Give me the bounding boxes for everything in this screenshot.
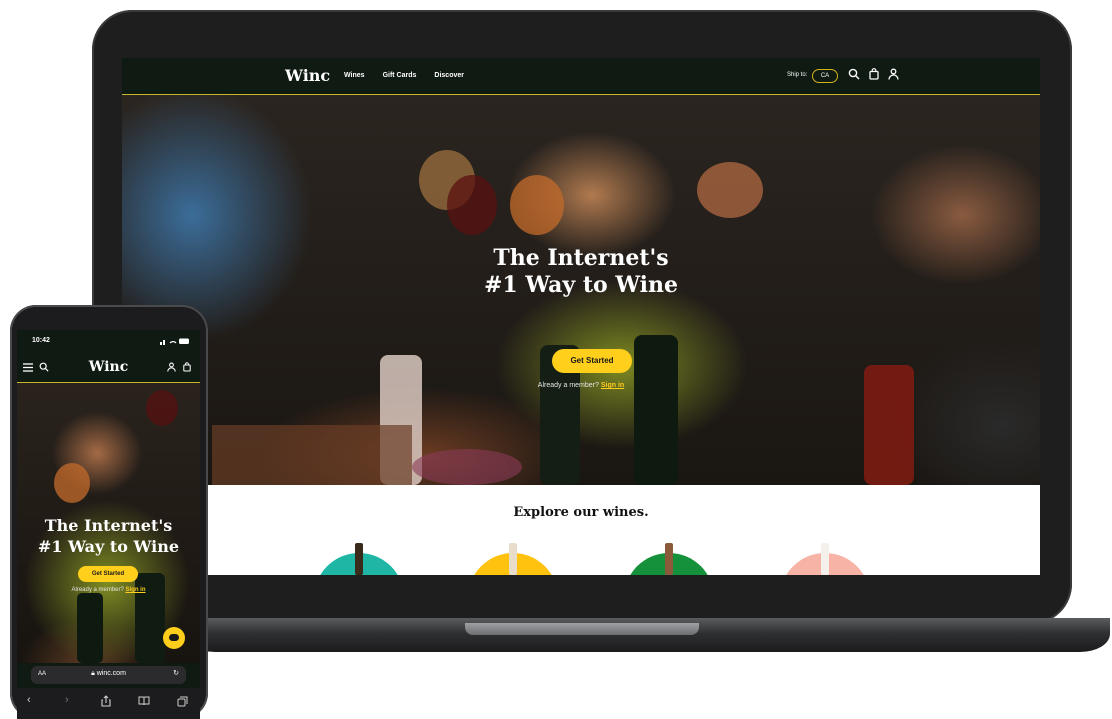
hero-title: The Internet's #1 Way to Wine (122, 245, 1040, 299)
nav-item-discover[interactable]: Discover (434, 72, 464, 79)
forward-icon[interactable]: › (65, 694, 69, 706)
share-icon[interactable] (101, 695, 111, 707)
phone-get-started-button[interactable]: Get Started (78, 566, 138, 582)
phone-nav: Winc (17, 352, 200, 383)
phone-hero-title-line1: The Internet's (44, 516, 173, 535)
wine-bottle (509, 543, 517, 575)
search-icon[interactable] (848, 68, 860, 80)
nav-icons (848, 68, 899, 80)
chat-bubble (169, 634, 179, 641)
wine-bottle (665, 543, 673, 575)
laptop-screen: Winc Wines Gift Cards Discover Ship to: … (122, 58, 1040, 575)
url-value: winc.com (96, 670, 126, 677)
laptop-notch (465, 623, 699, 635)
member-prompt: Already a member? Sign in (122, 382, 1040, 389)
phone-screen: 10:42 Winc The Internet's #1 Way to Wine… (17, 330, 200, 719)
get-started-button[interactable]: Get Started (552, 349, 632, 373)
bookmarks-icon[interactable] (138, 696, 150, 706)
phone-hero-title-line2: #1 Way to Wine (37, 537, 180, 556)
bag-icon[interactable] (869, 68, 879, 80)
phone-member-prompt: Already a member? Sign in (17, 587, 200, 593)
phone-member-text: Already a member? (71, 587, 124, 593)
phone-hero-title: The Internet's #1 Way to Wine (17, 515, 200, 557)
ship-to-state-select[interactable]: CA (812, 69, 838, 83)
status-icons (160, 338, 189, 345)
sign-in-link[interactable]: Sign in (601, 382, 624, 389)
tabs-icon[interactable] (177, 696, 188, 707)
phone-hero-image: The Internet's #1 Way to Wine Get Starte… (17, 383, 200, 663)
user-icon[interactable] (167, 362, 176, 372)
wine-bottle (821, 543, 829, 575)
nav-item-wines[interactable]: Wines (344, 72, 365, 79)
nav-menu: Wines Gift Cards Discover (344, 72, 464, 79)
explore-title: Explore our wines. (513, 505, 649, 520)
winc-logo[interactable]: Winc (285, 66, 330, 85)
phone-status-bar: 10:42 (17, 330, 200, 350)
phone-sign-in-link[interactable]: Sign in (126, 587, 146, 593)
back-icon[interactable]: ‹ (27, 694, 31, 706)
nav-item-gift-cards[interactable]: Gift Cards (383, 72, 417, 79)
bag-icon[interactable] (183, 362, 191, 372)
hero-title-line1: The Internet's (493, 245, 669, 271)
reload-icon[interactable]: ↻ (173, 669, 179, 677)
status-time: 10:42 (32, 337, 50, 344)
chat-icon[interactable] (163, 627, 185, 649)
ship-to-label: Ship to: (787, 72, 808, 78)
browser-toolbar: ‹ › (17, 688, 200, 719)
member-text: Already a member? (537, 382, 599, 389)
top-nav: Winc Wines Gift Cards Discover Ship to: … (122, 58, 1040, 95)
user-icon[interactable] (888, 68, 899, 80)
wine-bottle (355, 543, 363, 575)
hero-title-line2: #1 Way to Wine (483, 272, 679, 298)
browser-url-bar[interactable]: AA 🔒︎ winc.com ↻ (31, 666, 186, 684)
url-text: 🔒︎ winc.com (31, 670, 186, 678)
explore-section: Explore our wines. (122, 485, 1040, 575)
hero-image: The Internet's #1 Way to Wine Get Starte… (122, 95, 1040, 485)
